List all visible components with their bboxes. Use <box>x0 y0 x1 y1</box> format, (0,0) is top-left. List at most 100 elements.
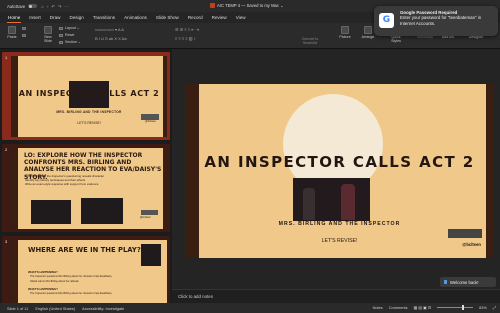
convert-to-smartart-button[interactable]: Convert to SmartArt <box>296 37 324 45</box>
clipboard-tools[interactable] <box>22 27 28 30</box>
powerpoint-icon <box>210 3 215 9</box>
section-line: Sheila warns Mrs Birling about her attit… <box>30 280 79 283</box>
section-button[interactable]: Section ⌄ <box>59 40 81 44</box>
copy-tool[interactable] <box>22 34 28 37</box>
slide-3-preview: WHERE ARE WE IN THE PLAY? WHAT'S HAPPENI… <box>11 240 167 303</box>
slide-thumbnail-1[interactable]: 1 AN INSPECTOR CALLS ACT 2 MRS. BIRLING … <box>2 52 170 140</box>
figure-inspector <box>303 188 315 220</box>
fit-to-window-icon[interactable]: ⤢ <box>493 305 496 310</box>
decorative-border-left <box>185 84 199 258</box>
language-indicator[interactable]: English (United States) <box>35 306 75 311</box>
font-controls[interactable]: ▭▭▭▭▭ ▾ A A <box>95 27 124 32</box>
decorative-border-right <box>486 84 494 258</box>
new-slide-icon <box>44 26 52 34</box>
section-heading: WHAT'S HAPPENING? <box>28 270 58 274</box>
tab-draw[interactable]: Draw <box>49 13 62 22</box>
slide-photo[interactable] <box>293 178 370 221</box>
decorative-border <box>11 148 18 229</box>
notes-placeholder: Click to add notes <box>178 294 213 299</box>
font-format-controls[interactable]: B I U S ab X X Aa <box>95 36 127 41</box>
clipboard-icon <box>8 26 16 34</box>
tab-insert[interactable]: Insert <box>28 13 42 22</box>
tab-transitions[interactable]: Transitions <box>92 13 116 22</box>
document-title-text: AIC TEMP 4 — Saved to my Mac ⌄ <box>217 3 284 8</box>
zoom-slider-thumb[interactable] <box>461 305 464 310</box>
slide-thumbnail-3[interactable]: 3 WHERE ARE WE IN THE PLAY? WHAT'S HAPPE… <box>2 236 170 303</box>
google-icon: G <box>379 13 394 28</box>
google-password-notification[interactable]: G Google Password Required Enter your pa… <box>374 6 498 36</box>
tab-review[interactable]: Review <box>211 13 228 22</box>
alignment-controls[interactable]: ≡ ≡ ≡ ≡ ▥ ↕ <box>175 36 196 41</box>
new-slide-label: New Slide <box>44 35 52 43</box>
slide-handle[interactable]: @bcltsen <box>462 242 481 247</box>
arrange-icon <box>364 26 372 34</box>
current-slide[interactable]: AN INSPECTOR CALLS ACT 2 MRS. BIRLING AN… <box>185 84 494 258</box>
slide-2-bullets: Understand how the Inspector's questioni… <box>25 174 145 186</box>
paragraph-controls[interactable]: ☰ ☰ ≡ ≡ ⇤ ⇥ <box>175 27 199 32</box>
slide-photo <box>141 244 161 266</box>
copy-icon <box>22 34 26 37</box>
view-buttons[interactable]: ▦ ▤ ▣ ⊟ <box>414 305 432 310</box>
document-title[interactable]: AIC TEMP 4 — Saved to my Mac ⌄ <box>210 3 284 9</box>
powerpoint-window: AutoSave ⌂ ▫ ↶ ↷ ⋯ AIC TEMP 4 — Saved to… <box>0 0 500 313</box>
slide-thumbnail-2[interactable]: 2 LO: EXPLORE HOW THE INSPECTOR CONFRONT… <box>2 144 170 232</box>
logo-image[interactable] <box>448 229 482 238</box>
toast-icon <box>444 280 447 284</box>
slide-title[interactable]: AN INSPECTOR CALLS ACT 2 <box>185 153 494 171</box>
slide-editing-canvas[interactable]: AN INSPECTOR CALLS ACT 2 MRS. BIRLING AN… <box>172 49 500 289</box>
slide-thumbnails-panel: 1 AN INSPECTOR CALLS ACT 2 MRS. BIRLING … <box>0 49 172 303</box>
logo-image <box>141 210 158 215</box>
layout-button[interactable]: Layout ⌄ <box>59 26 80 30</box>
slide-2-preview: LO: EXPLORE HOW THE INSPECTOR CONFRONTS … <box>11 148 167 229</box>
slide-2-handle: @bcltsen <box>140 216 151 219</box>
tab-home[interactable]: Home <box>7 13 22 23</box>
new-slide-button[interactable]: New Slide <box>40 26 56 43</box>
tab-slide-show[interactable]: Slide Show <box>155 13 180 22</box>
reset-label: Reset <box>65 33 75 37</box>
tab-design[interactable]: Design <box>69 13 85 22</box>
slide-photo <box>81 198 123 224</box>
cut-icon <box>22 27 26 30</box>
slide-1-revise: LET'S REVISE! <box>77 121 101 125</box>
reset-icon <box>59 33 63 37</box>
notes-area[interactable]: Click to add notes <box>172 289 500 303</box>
notes-toggle[interactable]: Notes <box>373 305 383 310</box>
tab-animations[interactable]: Animations <box>123 13 148 22</box>
arrange-label: Arrange <box>361 35 375 39</box>
autosave-label: AutoSave <box>7 3 26 9</box>
slide-photo <box>31 200 71 224</box>
zoom-slider[interactable] <box>437 305 474 310</box>
autosave-toggle[interactable] <box>28 4 38 8</box>
slide-1-title: AN INSPECTOR CALLS ACT 2 <box>18 89 160 98</box>
section-line: The Inspector questions Mrs Birling abou… <box>30 292 112 295</box>
figure-mrs-birling <box>341 184 355 220</box>
slide-counter: Slide 1 of 11 <box>7 305 29 311</box>
welcome-text: Welcome back! <box>450 279 479 285</box>
decorative-border-right <box>163 148 167 229</box>
reset-button[interactable]: Reset <box>59 33 74 37</box>
picture-label: Picture <box>339 35 351 39</box>
slide-revise-text[interactable]: LET'S REVISE! <box>185 238 494 244</box>
status-bar: Slide 1 of 11 English (United States) Ac… <box>0 303 500 313</box>
section-icon <box>59 40 63 44</box>
quick-access-icons[interactable]: ⌂ ▫ ↶ ↷ ⋯ <box>41 4 70 9</box>
tab-view[interactable]: View <box>235 13 247 22</box>
tab-record[interactable]: Record <box>187 13 204 22</box>
paste-button[interactable]: Paste <box>5 26 19 39</box>
slide-3-title: WHERE ARE WE IN THE PLAY? <box>28 246 141 254</box>
comments-toggle[interactable]: Comments <box>389 305 408 310</box>
slide-subtitle[interactable]: MRS. BIRLING AND THE INSPECTOR <box>185 221 494 227</box>
layout-icon <box>59 26 63 30</box>
slide-number: 2 <box>5 147 8 152</box>
slide-number: 1 <box>5 55 8 60</box>
picture-button[interactable]: Picture <box>338 26 352 39</box>
convert-smartart-label: Convert to SmartArt <box>301 37 319 45</box>
welcome-toast[interactable]: Welcome back! <box>440 277 496 287</box>
decorative-border <box>11 240 18 303</box>
bullet-item: Write an exam-style response with suppor… <box>25 182 99 186</box>
accessibility-checker[interactable]: Accessibility: Investigate <box>82 306 124 311</box>
zoom-level[interactable]: 83% <box>479 305 487 310</box>
section-label: Section ⌄ <box>65 40 81 44</box>
slide-1-handle: @bcltsen <box>145 120 156 123</box>
paste-label: Paste <box>7 35 17 39</box>
